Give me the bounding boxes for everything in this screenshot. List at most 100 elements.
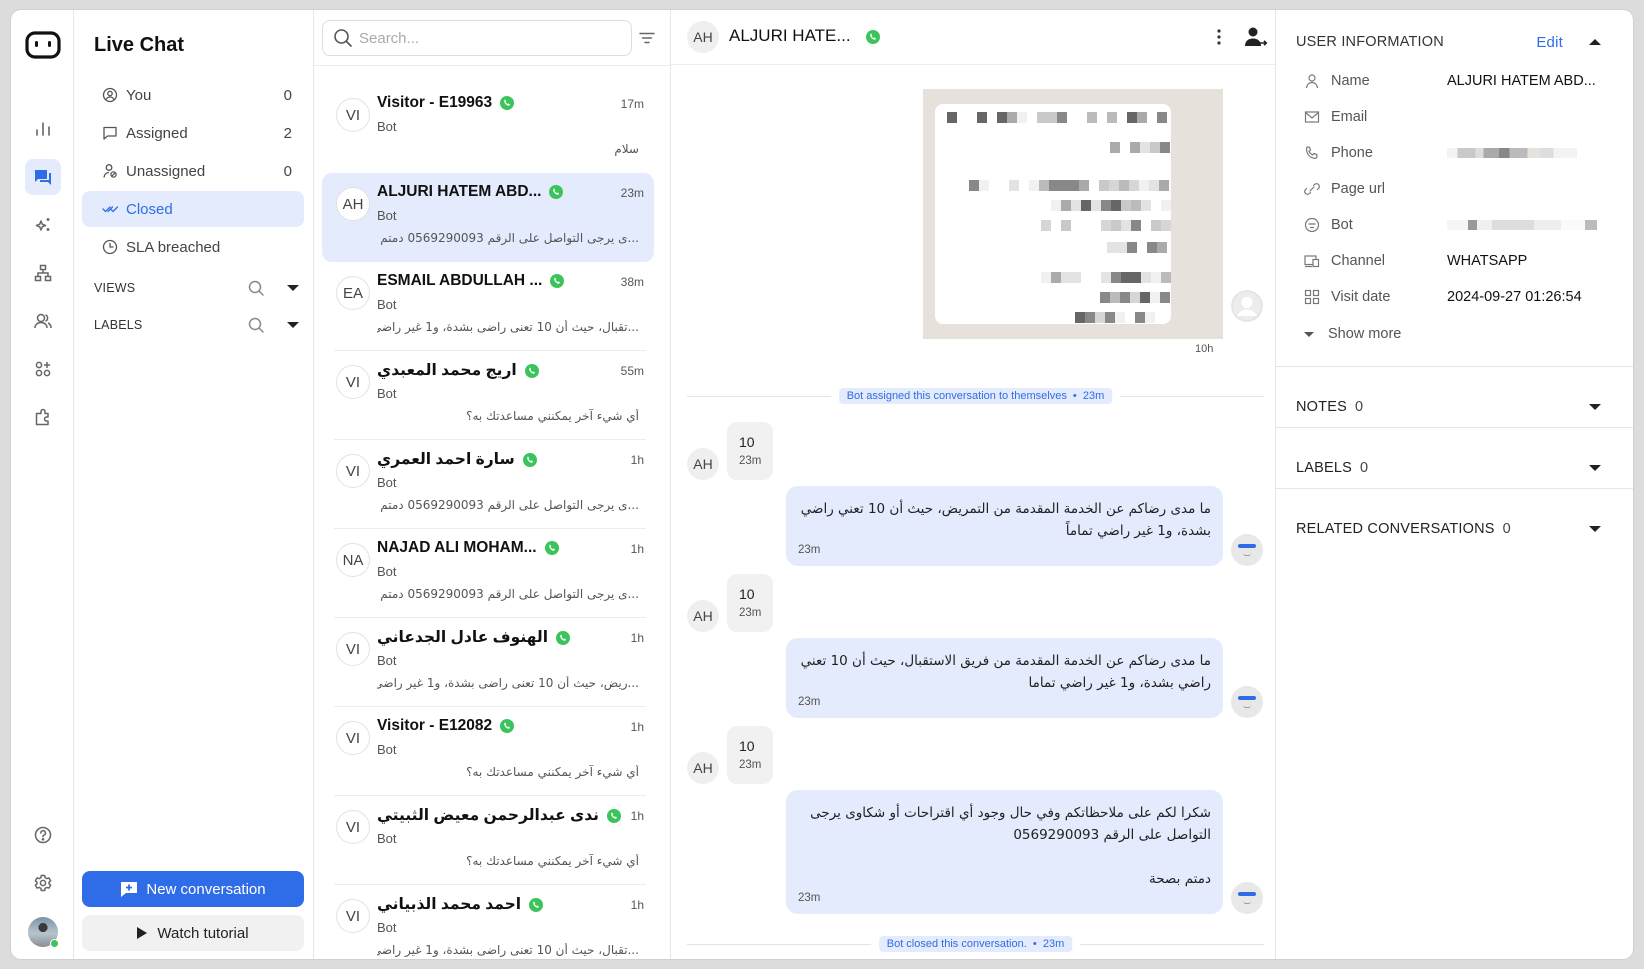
system-event-assigned: Bot assigned this conversation to themse… bbox=[687, 386, 1264, 406]
rail-flows-button[interactable] bbox=[25, 255, 61, 291]
conversation-item[interactable]: VI سارة احمد العمري 1h Bot ...ى يرجى التواصل… bbox=[322, 440, 654, 529]
nav-item-closed[interactable]: Closed bbox=[82, 191, 304, 227]
bot-icon bbox=[1304, 217, 1320, 233]
watch-tutorial-button[interactable]: Watch tutorial bbox=[82, 915, 304, 951]
field-label: Bot bbox=[1331, 217, 1353, 233]
edit-button[interactable]: Edit bbox=[1536, 34, 1563, 51]
views-section[interactable]: VIEWS bbox=[94, 276, 299, 300]
search-icon[interactable] bbox=[247, 316, 265, 334]
chevron-down-icon[interactable] bbox=[1589, 404, 1601, 410]
user-info-header[interactable]: USER INFORMATION Edit bbox=[1296, 32, 1601, 52]
conversation-item[interactable]: VI اريج محمد المعبدي 55m Bot أي شيء آخر يمكن… bbox=[322, 351, 654, 440]
image-attachment[interactable] bbox=[923, 89, 1223, 339]
redaction-pixel bbox=[978, 180, 989, 191]
nav-item-label: Assigned bbox=[126, 124, 188, 142]
conversation-assignee: Bot bbox=[377, 653, 397, 668]
conversation-name-wrap: Visitor - E12082 bbox=[377, 717, 515, 735]
nav-item-count: 0 bbox=[283, 86, 292, 104]
redaction-pixel bbox=[1160, 142, 1171, 153]
nav-item-label: Unassigned bbox=[126, 162, 206, 180]
divider bbox=[314, 65, 670, 66]
conversation-item[interactable]: VI Visitor - E19963 17m Bot سلام bbox=[322, 84, 654, 173]
nav-item-label: SLA breached bbox=[126, 238, 221, 256]
rail-settings-button[interactable] bbox=[25, 865, 61, 901]
field-value: WHATSAPP bbox=[1447, 253, 1528, 269]
conversation-name: NAJAD ALI MOHAM... bbox=[377, 539, 537, 556]
profile-avatar[interactable] bbox=[28, 917, 59, 948]
nav-item-you[interactable]: You 0 bbox=[82, 77, 304, 113]
puzzle-icon bbox=[35, 408, 49, 426]
rail-integrations-button[interactable] bbox=[25, 351, 61, 387]
chevron-down-icon[interactable] bbox=[287, 285, 299, 291]
field-label: Name bbox=[1331, 73, 1370, 89]
conversation-avatar: VI bbox=[336, 365, 370, 399]
field-channel: Channel WHATSAPP bbox=[1304, 251, 1604, 271]
redaction-pixel bbox=[1131, 200, 1142, 211]
related-conversations-count: 0 bbox=[1502, 521, 1511, 537]
labels-section[interactable]: LABELS bbox=[94, 313, 299, 337]
visitor-avatar bbox=[1231, 290, 1263, 322]
grid-icon bbox=[1304, 289, 1320, 305]
filter-icon[interactable] bbox=[638, 29, 656, 47]
nav-item-sla-breached[interactable]: SLA breached bbox=[82, 229, 304, 265]
field-label: Phone bbox=[1331, 145, 1373, 161]
show-more-button[interactable]: Show more bbox=[1304, 326, 1401, 342]
chevron-up-icon[interactable] bbox=[1589, 39, 1601, 45]
redaction-pixel bbox=[1156, 112, 1167, 123]
conversation-preview: ...ريض، حيث أن 10 تعنى راضى بشدة، و1 غير… bbox=[377, 676, 639, 690]
search-icon[interactable] bbox=[247, 279, 265, 297]
outgoing-message[interactable]: ما مدى رضاكم عن الخدمة المقدمة من التمري… bbox=[786, 486, 1223, 566]
rail-contacts-button[interactable] bbox=[25, 303, 61, 339]
whatsapp-icon bbox=[500, 719, 515, 733]
search-box[interactable] bbox=[322, 20, 632, 56]
redaction-pixel bbox=[1061, 220, 1072, 231]
related-conversations-section[interactable]: RELATED CONVERSATIONS 0 bbox=[1296, 519, 1601, 539]
notes-section[interactable]: NOTES 0 bbox=[1296, 397, 1601, 417]
redaction-pixel bbox=[1161, 272, 1171, 283]
whatsapp-icon bbox=[544, 541, 559, 555]
message-bubble[interactable]: 10 23m bbox=[727, 574, 773, 632]
more-vertical-icon[interactable] bbox=[1209, 27, 1229, 47]
message-bubble[interactable]: 10 23m bbox=[727, 726, 773, 784]
redaction-pixel bbox=[1094, 312, 1105, 323]
redaction-pixel bbox=[1061, 272, 1072, 283]
conversation-item[interactable]: VI الهنوف عادل الجدعاني 1h Bot ...ريض، حيث أ… bbox=[322, 618, 654, 707]
chat-plus-icon bbox=[121, 882, 138, 897]
chevron-down-icon[interactable] bbox=[1589, 526, 1601, 532]
labels-section-label: LABELS bbox=[94, 318, 143, 332]
search-input[interactable] bbox=[359, 29, 609, 47]
rail-ai-button[interactable] bbox=[25, 207, 61, 243]
conversation-item[interactable]: VI Visitor - E12082 1h Bot أي شيء آخر يمكنني… bbox=[322, 707, 654, 796]
redaction-pixel bbox=[1061, 200, 1072, 211]
logo-icon[interactable] bbox=[25, 30, 61, 60]
conversation-name: Visitor - E12082 bbox=[377, 717, 493, 734]
rail-chat-button[interactable] bbox=[25, 159, 61, 195]
whatsapp-icon bbox=[500, 96, 515, 110]
rail-analytics-button[interactable] bbox=[25, 111, 61, 147]
chevron-down-icon[interactable] bbox=[287, 322, 299, 328]
nav-item-assigned[interactable]: Assigned 2 bbox=[82, 115, 304, 151]
contact-avatar: AH bbox=[687, 448, 719, 480]
conversation-item[interactable]: VI احمد محمد الذبياني 1h Bot ...تقبال، حيث أ… bbox=[322, 885, 654, 959]
rail-plugins-button[interactable] bbox=[25, 399, 61, 435]
nav-item-unassigned[interactable]: Unassigned 0 bbox=[82, 153, 304, 189]
redaction-pixel bbox=[1148, 180, 1159, 191]
user-info-title: USER INFORMATION bbox=[1296, 34, 1444, 50]
chevron-down-icon[interactable] bbox=[1589, 465, 1601, 471]
conversation-name: ESMAIL ABDULLAH ... bbox=[377, 272, 543, 289]
divider bbox=[1276, 366, 1633, 367]
bot-avatar-smile bbox=[1243, 901, 1251, 904]
conversation-item[interactable]: EA ESMAIL ABDULLAH ... 38m Bot ...تقبال، حيث… bbox=[322, 262, 654, 351]
new-conversation-button[interactable]: New conversation bbox=[82, 871, 304, 907]
labels-info-section[interactable]: LABELS 0 bbox=[1296, 458, 1601, 478]
contact-name[interactable]: ALJURI HATE... bbox=[729, 26, 851, 46]
rail-help-button[interactable] bbox=[25, 817, 61, 853]
conversation-item[interactable]: AH ALJURI HATEM ABD... 23m Bot ...ى يرجى الت… bbox=[322, 173, 654, 262]
link-icon bbox=[1304, 183, 1320, 195]
outgoing-message[interactable]: شكرا لكم على ملاحظاتكم وفي حال وجود أي ا… bbox=[786, 790, 1223, 914]
conversation-item[interactable]: NA NAJAD ALI MOHAM... 1h Bot ...ى يرجى التوا… bbox=[322, 529, 654, 618]
outgoing-message[interactable]: ما مدى رضاكم عن الخدمة المقدمة من فريق ا… bbox=[786, 638, 1223, 718]
conversation-item[interactable]: VI ندى عبدالرحمن معيض الثبيتي 1h Bot أي شيء … bbox=[322, 796, 654, 885]
assign-user-icon[interactable] bbox=[1243, 26, 1269, 48]
message-bubble[interactable]: 10 23m bbox=[727, 422, 773, 480]
